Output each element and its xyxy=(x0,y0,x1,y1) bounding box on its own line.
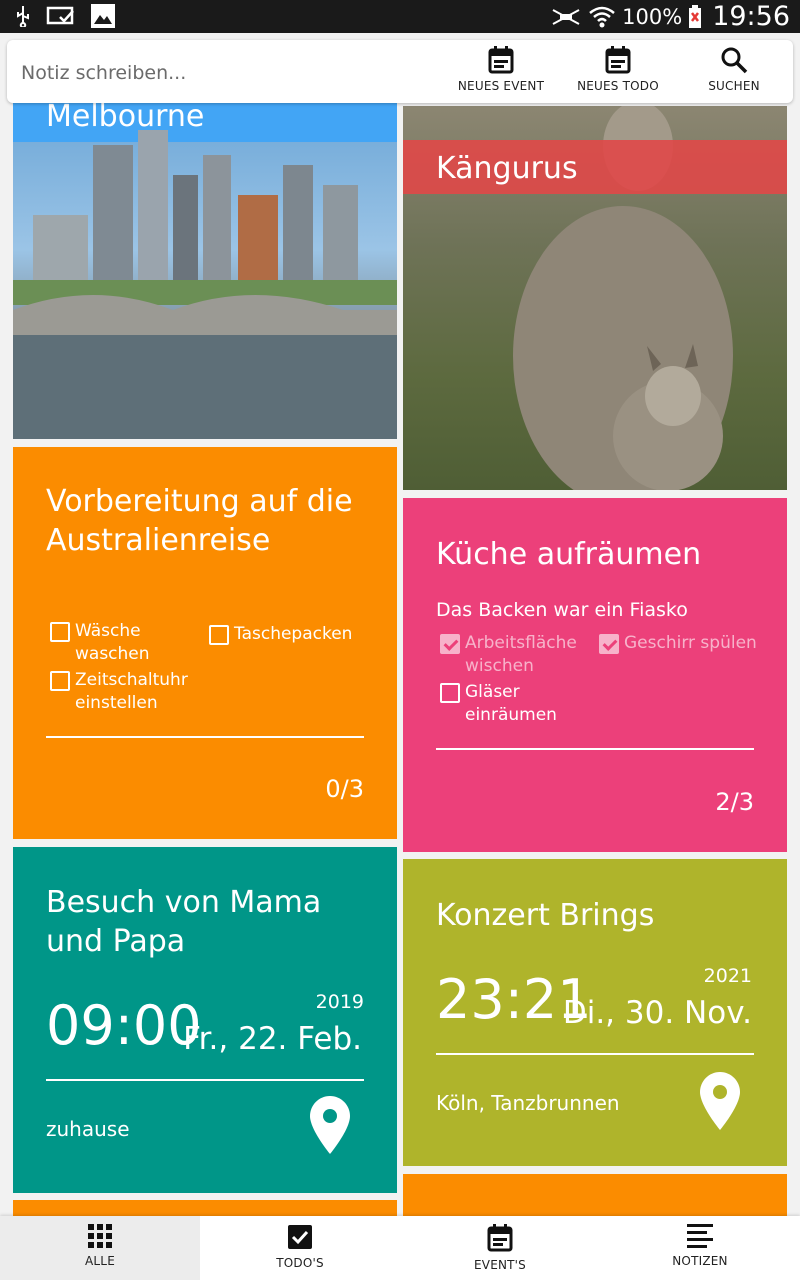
card-title: Besuch von Mama und Papa xyxy=(46,885,322,959)
divider xyxy=(46,1079,364,1081)
partial-card[interactable] xyxy=(403,1174,787,1216)
search-button[interactable]: SUCHEN xyxy=(679,46,789,102)
card-title: Konzert Brings xyxy=(436,898,655,933)
progress-count: 0/3 xyxy=(325,775,364,803)
todo-label: Wäsche waschen xyxy=(75,621,150,664)
event-location: Köln, Tanzbrunnen xyxy=(436,1091,620,1115)
grid-icon xyxy=(88,1224,112,1248)
divider xyxy=(46,736,364,738)
mute-icon xyxy=(552,8,580,25)
nav-label: EVENT'S xyxy=(474,1258,526,1272)
calendar-icon xyxy=(487,1224,513,1252)
battery-icon xyxy=(689,4,702,28)
search-icon xyxy=(721,47,748,74)
progress-count: 2/3 xyxy=(715,788,754,816)
todo-label: Zeitschaltuhr einstellen xyxy=(75,670,188,713)
battery-percent: 100% xyxy=(622,4,683,29)
new-event-button[interactable]: NEUES EVENT xyxy=(446,46,556,102)
bottom-nav: ALLE TODO'S EVENT'S NOTIZEN xyxy=(0,1216,800,1280)
checkbox-checked-icon[interactable] xyxy=(599,634,619,654)
nav-label: TODO'S xyxy=(276,1256,324,1270)
checkbox-checked-icon[interactable] xyxy=(440,634,460,654)
cast-icon xyxy=(46,6,74,25)
todo-item[interactable]: Taschepacken xyxy=(209,623,389,646)
nav-tab-events[interactable]: EVENT'S xyxy=(400,1216,600,1280)
todo-label: Taschepacken xyxy=(234,624,353,644)
card-title: Kängurus xyxy=(436,151,578,186)
photo-card-kangaroos[interactable]: Kängurus xyxy=(403,106,787,490)
card-title: Küche aufräumen xyxy=(436,537,702,572)
photo-card-melbourne[interactable]: Melbourne xyxy=(13,95,397,439)
search-label: SUCHEN xyxy=(708,79,760,93)
new-todo-label: NEUES TODO xyxy=(577,79,659,93)
todo-item[interactable]: Wäsche waschen xyxy=(50,620,200,666)
status-bar: 100% 19:56 xyxy=(0,0,800,33)
checkbox-icon[interactable] xyxy=(440,683,460,703)
todo-card-kitchen[interactable]: Küche aufräumen Das Backen war ein Fiask… xyxy=(403,498,787,852)
checkbox-icon[interactable] xyxy=(209,625,229,645)
nav-label: NOTIZEN xyxy=(672,1254,728,1268)
top-bar: NEUES EVENT NEUES TODO SUCHEN xyxy=(7,40,793,103)
note-input[interactable] xyxy=(19,54,423,92)
nav-tab-todos[interactable]: TODO'S xyxy=(200,1216,400,1280)
new-todo-button[interactable]: NEUES TODO xyxy=(563,46,673,102)
checkbox-icon[interactable] xyxy=(50,622,70,642)
todo-item[interactable]: Gläser einräumen xyxy=(440,681,600,727)
image-icon xyxy=(91,4,115,28)
skyline-image xyxy=(13,130,397,439)
event-date: Fr., 22. Feb. xyxy=(183,1021,362,1057)
event-time: 09:00 xyxy=(46,994,202,1057)
card-title: Vorbereitung auf die Australienreise xyxy=(46,484,353,558)
event-date: Di., 30. Nov. xyxy=(562,995,752,1031)
todo-item[interactable]: Arbeitsfläche wischen xyxy=(440,632,600,678)
calendar-icon xyxy=(605,46,631,74)
nav-tab-all[interactable]: ALLE xyxy=(0,1216,200,1280)
todo-label: Gläser einräumen xyxy=(465,682,557,725)
notes-icon xyxy=(687,1224,713,1248)
todo-label: Arbeitsfläche wischen xyxy=(465,633,577,676)
calendar-icon xyxy=(488,46,514,74)
new-event-label: NEUES EVENT xyxy=(457,79,545,93)
usb-icon xyxy=(17,6,29,27)
event-card-visit[interactable]: Besuch von Mama und Papa 2019 09:00 Fr.,… xyxy=(13,847,397,1193)
partial-card[interactable] xyxy=(13,1200,397,1216)
location-pin-icon[interactable] xyxy=(310,1096,350,1154)
checkbox-icon xyxy=(288,1225,312,1249)
todo-card-australia[interactable]: Vorbereitung auf die Australienreise Wäs… xyxy=(13,447,397,839)
divider xyxy=(436,1053,754,1055)
divider xyxy=(436,748,754,750)
event-year: 2019 xyxy=(315,991,364,1013)
todo-item[interactable]: Zeitschaltuhr einstellen xyxy=(50,669,220,715)
wifi-icon xyxy=(589,6,615,27)
event-card-concert[interactable]: Konzert Brings 2021 23:21 Di., 30. Nov. … xyxy=(403,859,787,1166)
checkbox-icon[interactable] xyxy=(50,671,70,691)
event-year: 2021 xyxy=(703,965,752,987)
nav-label: ALLE xyxy=(85,1254,115,1268)
todo-item[interactable]: Geschirr spülen xyxy=(599,632,759,655)
todo-label: Geschirr spülen xyxy=(624,633,757,653)
event-location: zuhause xyxy=(46,1117,130,1141)
nav-tab-notes[interactable]: NOTIZEN xyxy=(600,1216,800,1280)
card-subtitle: Das Backen war ein Fiasko xyxy=(436,599,688,621)
clock: 19:56 xyxy=(712,1,790,32)
location-pin-icon[interactable] xyxy=(700,1072,740,1130)
